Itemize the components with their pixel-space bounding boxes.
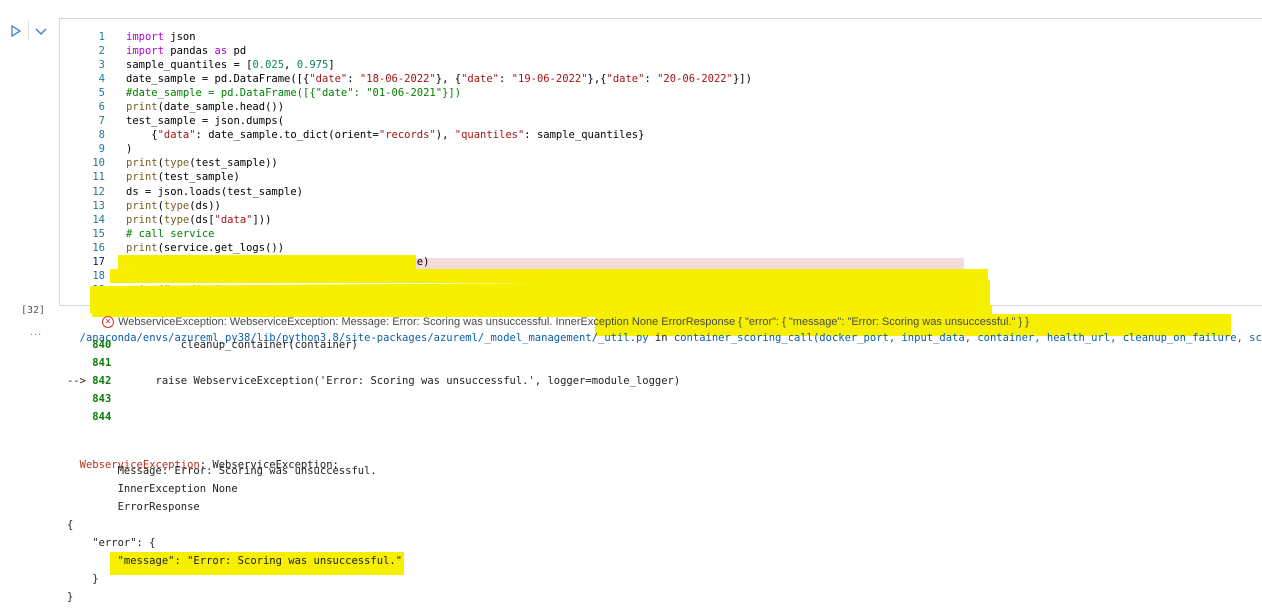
traceback-line: 843 (67, 393, 111, 405)
exception-message-line: } (67, 591, 74, 603)
exception-message-line: { (67, 519, 74, 531)
traceback-line-number: 842 (92, 375, 112, 387)
traceback-line-number: 840 (92, 339, 112, 351)
chevron-down-icon[interactable] (33, 24, 49, 38)
line-code: {"data": date_sample.to_dict(orient="rec… (126, 129, 645, 142)
traceback-arrow (67, 411, 92, 423)
traceback-arrow: --> (67, 375, 93, 387)
line-number: 18 (92, 269, 105, 282)
line-number: 9 (98, 143, 105, 156)
line-code: ) (126, 143, 133, 156)
line-number: 2 (98, 45, 105, 58)
exception-message-line: InnerException None (67, 483, 238, 495)
traceback-arrow (67, 339, 92, 351)
line-number: 5 (98, 87, 105, 100)
exception-message-line: ErrorResponse (67, 501, 200, 513)
line-number: 3 (98, 59, 105, 72)
gutter-divider (28, 20, 29, 40)
trace-in: in (648, 332, 674, 344)
trace-function: container_scoring_call(docker_port, inpu… (673, 332, 1262, 344)
line-number: 4 (98, 73, 105, 86)
line-number: 1 (98, 31, 105, 43)
line-code: import json (126, 31, 196, 43)
traceback-line: 841 (67, 357, 111, 369)
run-cell-icon[interactable] (9, 24, 23, 38)
line-number: 10 (92, 157, 105, 170)
traceback-arrow (67, 357, 92, 369)
traceback-line-number: 844 (92, 411, 112, 423)
line-code: print(date_sample.head()) (126, 101, 285, 114)
line-number: 12 (92, 185, 105, 198)
exception-message-line: } (67, 573, 99, 585)
exception-message-line: "message": "Error: Scoring was unsuccess… (67, 555, 403, 567)
traceback-line: 840 cleanup_container(container) (67, 339, 358, 351)
line-number: 16 (92, 241, 105, 254)
traceback-arrow (67, 393, 92, 405)
line-code: print(test_sample) (126, 171, 240, 184)
line-code: print(type(ds)) (126, 199, 221, 212)
traceback-code: cleanup_container(container) (111, 339, 358, 351)
line-number: 7 (98, 115, 105, 128)
line-number: 14 (92, 213, 105, 226)
traceback-line-number: 843 (92, 393, 112, 405)
line-code: ds = json.loads(test_sample) (126, 185, 304, 198)
traceback-code: raise WebserviceException('Error: Scorin… (111, 375, 681, 387)
traceback-line: 844 (67, 411, 111, 423)
line-number: 6 (98, 101, 105, 114)
line-code: date_sample = pd.DataFrame([{"date": "18… (126, 73, 752, 86)
line-code: test_sample = json.dumps( (126, 115, 285, 128)
line-number: 8 (98, 129, 105, 142)
traceback-line-number: 841 (92, 357, 112, 369)
line-code: sample_quantiles = [0.025, 0.975] (126, 59, 335, 72)
line-code: print(type(test_sample)) (126, 157, 278, 170)
line-number: 11 (92, 171, 105, 184)
line-code: # call service (126, 227, 215, 240)
line-number: 15 (92, 227, 105, 240)
traceback-line: --> 842 raise WebserviceException('Error… (67, 375, 680, 387)
line-number: 13 (92, 199, 105, 212)
line-code: #date_sample = pd.DataFrame([{"date": "0… (126, 87, 462, 100)
line-number: 17 (92, 255, 105, 268)
execution-count: [32] (21, 305, 46, 316)
line-code: print(type(ds["data"])) (126, 213, 272, 226)
line-code: import pandas as pd (126, 45, 247, 58)
line-code: print(service.get_logs()) (126, 241, 285, 254)
exception-message-line: Message: Error: Scoring was unsuccessful… (67, 465, 377, 477)
output-collapse-toggle[interactable]: ... (30, 326, 42, 338)
exception-message-line: "error": { (67, 537, 156, 549)
